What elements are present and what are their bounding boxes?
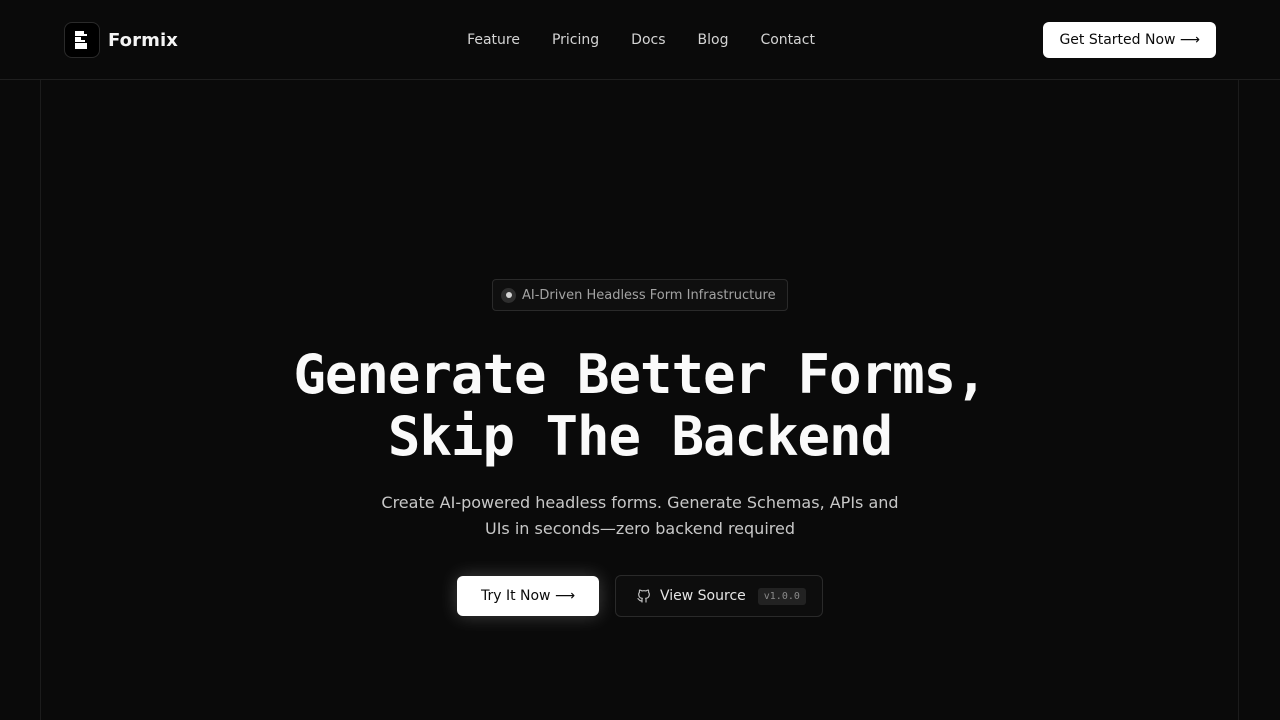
nav-blog[interactable]: Blog: [698, 30, 729, 50]
formix-logo-icon: [64, 22, 100, 58]
brand-name: Formix: [108, 29, 178, 51]
hero-subtitle: Create AI-powered headless forms. Genera…: [381, 493, 899, 538]
try-it-now-button[interactable]: Try It Now ⟶: [457, 576, 599, 616]
nav-pricing[interactable]: Pricing: [552, 30, 599, 50]
headline-line-2: Skip The Backend: [387, 405, 893, 468]
nav-feature[interactable]: Feature: [467, 30, 520, 50]
hero-headline: Generate Better Forms, Skip The Backend: [0, 344, 1280, 468]
view-source-button[interactable]: View Source v1.0.0: [615, 575, 823, 617]
badge-text: AI-Driven Headless Form Infrastructure: [522, 287, 776, 303]
nav-contact[interactable]: Contact: [760, 30, 814, 50]
status-dot-icon: [501, 287, 516, 303]
nav-docs[interactable]: Docs: [631, 30, 665, 50]
site-header: Formix Feature Pricing Docs Blog Contact…: [0, 0, 1280, 80]
version-badge: v1.0.0: [757, 587, 806, 605]
announcement-badge: AI-Driven Headless Form Infrastructure: [492, 279, 788, 311]
headline-line-1: Generate Better Forms,: [293, 343, 987, 406]
github-icon: [636, 588, 652, 604]
get-started-button[interactable]: Get Started Now ⟶: [1043, 22, 1216, 58]
brand-link[interactable]: Formix: [64, 22, 178, 58]
view-source-label: View Source: [660, 588, 746, 604]
